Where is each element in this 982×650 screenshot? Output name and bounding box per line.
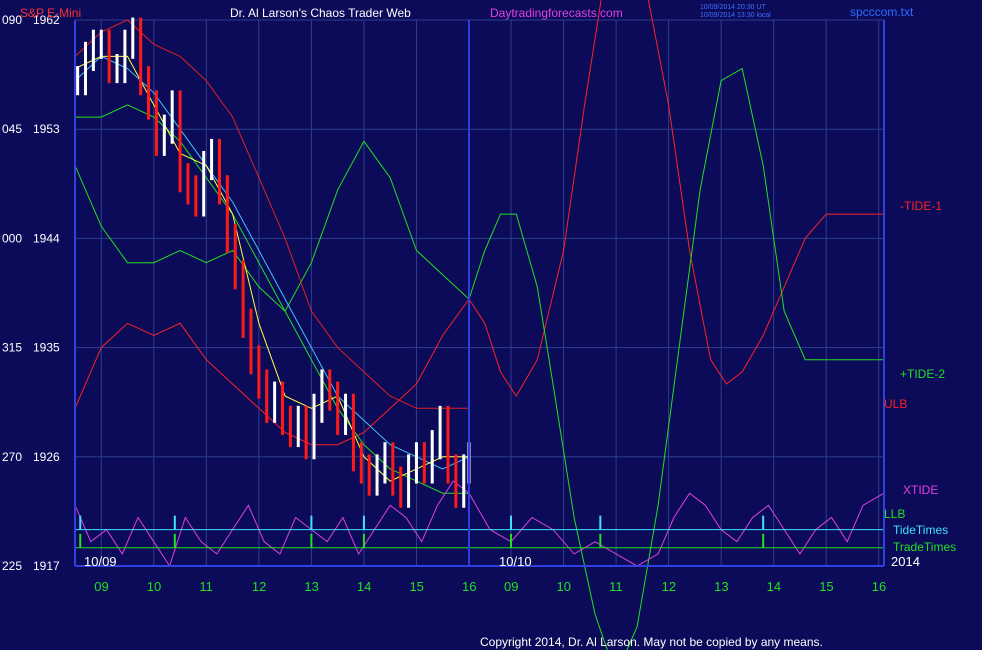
x-tick-label: 12: [662, 579, 676, 594]
legend-llb: LLB: [884, 507, 905, 521]
y-tick-angle: 225: [2, 559, 22, 573]
x-tick-label: 15: [819, 579, 833, 594]
y-tick-price: 1944: [33, 231, 60, 245]
y-tick-angle: 000: [2, 231, 22, 245]
series--tide-2: [74, 67, 884, 650]
y-tick-price: 1935: [33, 341, 60, 355]
x-tick-label: 16: [872, 579, 886, 594]
series-ulb: [74, 19, 469, 409]
price-chart: 090 1962045 1953000 1944315 1935270 1926225 19…: [2, 0, 956, 650]
x-tick-label: 14: [357, 579, 371, 594]
x-tick-label: 14: [767, 579, 781, 594]
x-tick-label: 15: [409, 579, 423, 594]
y-tick-angle: 270: [2, 450, 22, 464]
axes: [74, 20, 885, 567]
year-label: 2014: [891, 554, 920, 569]
legend-tradetimes: TradeTimes: [893, 540, 956, 554]
y-tick-price: 1953: [33, 122, 60, 136]
symbol-label: S&P E-Mini: [20, 6, 81, 20]
series-fast: [74, 55, 469, 482]
series-layer: [74, 0, 885, 650]
x-tick-label: 10: [557, 579, 571, 594]
x-tick-label: 09: [504, 579, 518, 594]
legend-ulb: ULB: [884, 397, 907, 411]
x-tick-label: 09: [94, 579, 108, 594]
legend-xtide: XTIDE: [903, 483, 938, 497]
legend-tidetimes: TideTimes: [893, 523, 948, 537]
x-tick-label: 12: [252, 579, 266, 594]
legend--tide-2: +TIDE-2: [900, 367, 945, 381]
date-label: 10/10: [499, 554, 532, 569]
x-tick-label: 11: [609, 579, 623, 594]
x-tick-label: 13: [714, 579, 728, 594]
date-label: 10/09: [84, 554, 117, 569]
x-tick-label: 16: [462, 579, 476, 594]
series--tide-1: [74, 0, 884, 446]
file-name: spcccom.txt: [850, 5, 914, 19]
y-tick-angle: 045: [2, 122, 22, 136]
site-link[interactable]: Daytradingforecasts.com: [490, 6, 623, 20]
y-tick-price: 1917: [33, 559, 60, 573]
copyright: Copyright 2014, Dr. Al Larson. May not b…: [480, 635, 823, 649]
legend--tide-1: -TIDE-1: [900, 199, 942, 213]
stamp-ut: 10/09/2014 20:30 UT: [700, 4, 766, 11]
x-tick-label: 11: [199, 579, 213, 594]
y-tick-price: 1926: [33, 450, 60, 464]
x-tick-label: 13: [304, 579, 318, 594]
y-tick-angle: 315: [2, 341, 22, 355]
axis-labels: 090 1962045 1953000 1944315 1935270 1926225 19…: [2, 13, 956, 594]
grid-lines: [75, 19, 884, 567]
chart-title: Dr. Al Larson's Chaos Trader Web: [230, 6, 411, 20]
stamp-local: 10/09/2014 13:30 local: [700, 12, 771, 19]
x-tick-label: 10: [147, 579, 161, 594]
